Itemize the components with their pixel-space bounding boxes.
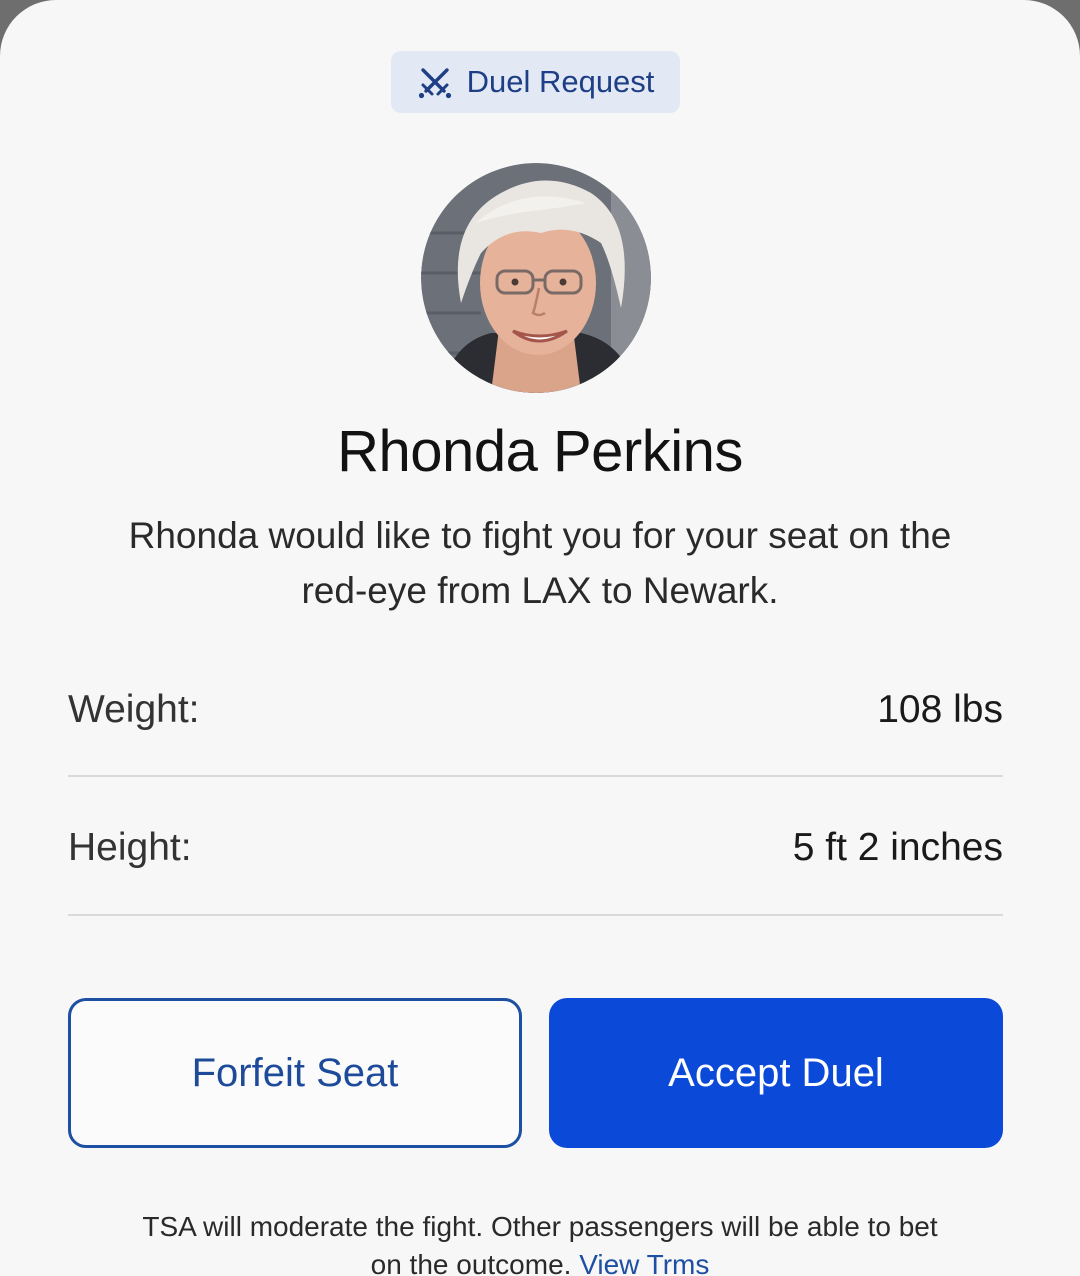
footer-note: TSA will moderate the fight. Other passe… bbox=[140, 1208, 940, 1276]
divider bbox=[68, 914, 1003, 916]
profile-description: Rhonda would like to fight you for your … bbox=[128, 515, 952, 611]
height-row: Height: 5 ft 2 inches bbox=[68, 808, 1003, 888]
duel-request-card: Duel Request Rhonda Perkins Rhonda would… bbox=[0, 0, 1080, 1276]
badge-label: Duel Request bbox=[466, 64, 655, 99]
avatar bbox=[421, 163, 651, 393]
weight-label: Weight: bbox=[68, 688, 200, 731]
avatar-photo bbox=[421, 163, 651, 393]
weight-value: 108 lbs bbox=[877, 688, 1003, 731]
profile-name: Rhonda Perkins bbox=[337, 419, 743, 484]
footer-text: TSA will moderate the fight. Other passe… bbox=[142, 1211, 938, 1276]
crossed-swords-icon bbox=[418, 68, 451, 99]
height-label: Height: bbox=[68, 826, 192, 869]
height-value: 5 ft 2 inches bbox=[792, 826, 1003, 869]
forfeit-seat-button[interactable]: Forfeit Seat bbox=[68, 998, 522, 1148]
view-terms-link[interactable]: View Trms bbox=[579, 1249, 709, 1276]
weight-row: Weight: 108 lbs bbox=[68, 670, 1003, 750]
duel-request-badge: Duel Request bbox=[391, 51, 680, 113]
accept-duel-button[interactable]: Accept Duel bbox=[549, 998, 1003, 1148]
divider bbox=[68, 775, 1003, 777]
